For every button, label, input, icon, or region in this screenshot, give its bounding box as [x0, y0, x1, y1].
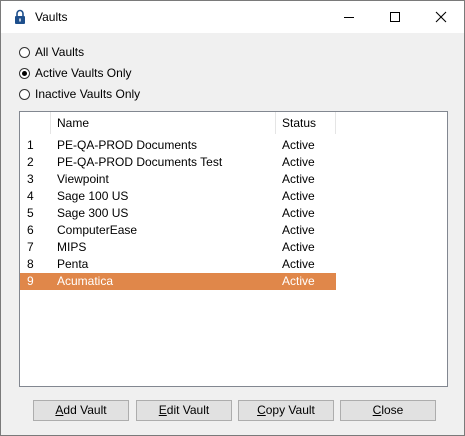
- table-row[interactable]: 3 Viewpoint Active: [20, 171, 447, 188]
- edit-vault-label: dit Vault: [166, 403, 210, 417]
- copy-vault-accel: C: [257, 403, 266, 417]
- add-vault-button[interactable]: Add Vault: [33, 400, 129, 421]
- column-separator: [335, 112, 336, 134]
- row-number: 5: [27, 206, 34, 220]
- vault-status: Active: [282, 206, 315, 220]
- row-number: 4: [27, 189, 34, 203]
- window-title: Vaults: [35, 10, 68, 24]
- column-header-status[interactable]: Status: [282, 112, 316, 134]
- table-row[interactable]: 5 Sage 300 US Active: [20, 205, 447, 222]
- edit-vault-accel: E: [158, 403, 167, 417]
- radio-all-vaults[interactable]: All Vaults: [19, 44, 84, 60]
- vault-name: Viewpoint: [57, 172, 109, 186]
- list-header: Name Status: [20, 112, 447, 134]
- copy-vault-label: opy Vault: [265, 403, 315, 417]
- title-bar[interactable]: Vaults: [1, 1, 464, 33]
- radio-inactive-vaults-only[interactable]: Inactive Vaults Only: [19, 86, 140, 102]
- vault-name: PE-QA-PROD Documents Test: [57, 155, 223, 169]
- maximize-icon: [390, 12, 400, 22]
- column-separator: [50, 112, 51, 134]
- radio-label: Active Vaults Only: [35, 66, 132, 80]
- vault-name: Penta: [57, 257, 89, 271]
- row-number: 8: [27, 257, 34, 271]
- close-icon: [435, 11, 447, 23]
- edit-vault-button[interactable]: Edit Vault: [136, 400, 232, 421]
- radio-circle[interactable]: [19, 67, 30, 79]
- table-row[interactable]: 1 PE-QA-PROD Documents Active: [20, 137, 447, 154]
- row-number: 3: [27, 172, 34, 186]
- vault-status: Active: [282, 223, 315, 237]
- close-window-button[interactable]: [418, 1, 464, 33]
- copy-vault-button[interactable]: Copy Vault: [238, 400, 334, 421]
- radio-circle[interactable]: [19, 46, 30, 58]
- column-header-name[interactable]: Name: [57, 112, 89, 134]
- vault-status: Active: [282, 189, 315, 203]
- radio-label: All Vaults: [35, 45, 85, 59]
- close-label: lose: [381, 403, 404, 417]
- row-number: 7: [27, 240, 34, 254]
- column-separator: [275, 112, 276, 134]
- radio-circle[interactable]: [19, 88, 30, 100]
- minimize-icon: [344, 17, 354, 18]
- row-number: 1: [27, 138, 34, 152]
- radio-label: Inactive Vaults Only: [35, 87, 141, 101]
- vault-name: ComputerEase: [57, 223, 138, 237]
- close-button[interactable]: Close: [340, 400, 436, 421]
- row-number: 9: [27, 274, 34, 288]
- vault-name: MIPS: [57, 240, 87, 254]
- maximize-button[interactable]: [372, 1, 418, 33]
- vault-name: Acumatica: [57, 274, 114, 288]
- vault-status: Active: [282, 138, 315, 152]
- vaults-window: Vaults All Vaults Active Vaults Only Ina…: [0, 0, 465, 436]
- row-number: 6: [27, 223, 34, 237]
- padlock-icon: [15, 9, 25, 24]
- table-row-selected[interactable]: 9 Acumatica Active: [20, 273, 447, 290]
- vaults-list[interactable]: Name Status 1 PE-QA-PROD Documents Active 2…: [19, 111, 448, 387]
- vault-status: Active: [282, 257, 315, 271]
- add-vault-label: dd Vault: [63, 403, 107, 417]
- table-row[interactable]: 8 Penta Active: [20, 256, 447, 273]
- table-row[interactable]: 4 Sage 100 US Active: [20, 188, 447, 205]
- vault-name: PE-QA-PROD Documents: [57, 138, 198, 152]
- table-row[interactable]: 6 ComputerEase Active: [20, 222, 447, 239]
- row-number: 2: [27, 155, 34, 169]
- radio-active-vaults-only[interactable]: Active Vaults Only: [19, 65, 131, 81]
- vault-name: Sage 100 US: [57, 189, 129, 203]
- table-row[interactable]: 7 MIPS Active: [20, 239, 447, 256]
- vault-status: Active: [282, 172, 315, 186]
- table-row[interactable]: 2 PE-QA-PROD Documents Test Active: [20, 154, 447, 171]
- vault-status: Active: [282, 274, 315, 288]
- vault-status: Active: [282, 155, 315, 169]
- vault-name: Sage 300 US: [57, 206, 129, 220]
- vault-status: Active: [282, 240, 315, 254]
- minimize-button[interactable]: [326, 1, 372, 33]
